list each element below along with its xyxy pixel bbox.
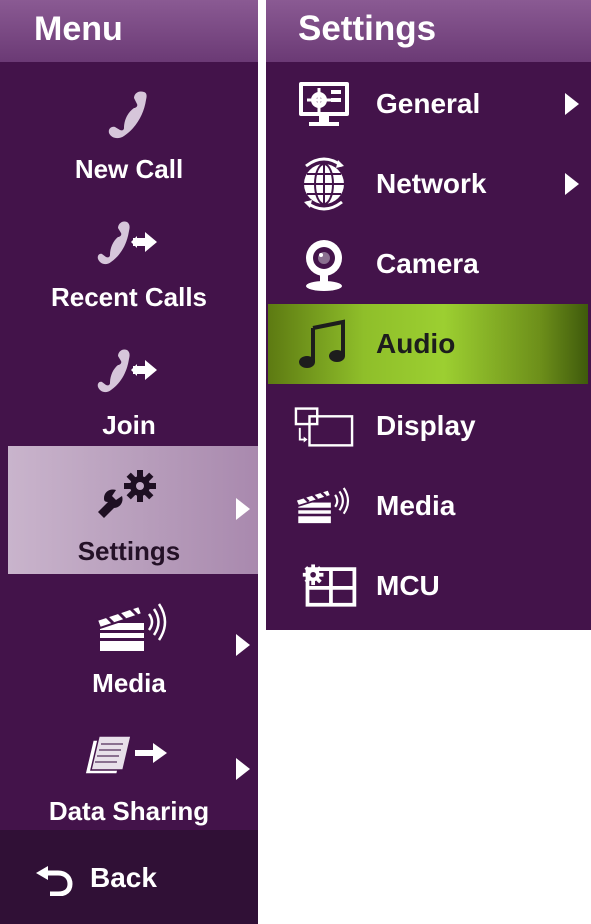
document-share-icon bbox=[0, 730, 258, 782]
settings-item-label: General bbox=[376, 88, 481, 119]
menu-item-new-call[interactable]: New Call bbox=[0, 70, 258, 198]
menu-item-label: Media bbox=[92, 668, 166, 698]
chevron-right-icon bbox=[236, 634, 250, 656]
menu-item-recent-calls[interactable]: Recent Calls bbox=[0, 198, 258, 326]
clapperboard-icon bbox=[0, 602, 258, 654]
webcam-icon bbox=[294, 236, 354, 292]
settings-item-label: Audio bbox=[376, 328, 456, 359]
chevron-right-icon bbox=[565, 93, 579, 115]
settings-item-label: Network bbox=[376, 168, 487, 199]
mcu-grid-icon bbox=[300, 558, 360, 614]
chevron-right-icon bbox=[236, 498, 250, 520]
menu-item-label: Recent Calls bbox=[50, 282, 208, 312]
settings-item-general[interactable]: General bbox=[266, 64, 591, 144]
phone-transfer-icon bbox=[0, 344, 258, 396]
settings-item-display[interactable]: Display bbox=[266, 386, 591, 466]
settings-item-label: Media bbox=[376, 490, 456, 521]
settings-item-media[interactable]: Media bbox=[266, 466, 591, 546]
globe-icon bbox=[294, 156, 354, 212]
settings-item-mcu[interactable]: MCU bbox=[266, 546, 591, 626]
menu-item-settings[interactable]: Settings bbox=[8, 446, 258, 574]
back-label: Back bbox=[90, 862, 157, 893]
menu-item-join[interactable]: Join bbox=[0, 326, 258, 454]
settings-panel: Settings General Network Camera Audio Di… bbox=[266, 0, 591, 630]
display-layout-icon bbox=[294, 398, 354, 454]
settings-item-label: Display bbox=[376, 410, 476, 441]
main-menu-panel: Menu New Call Recent Calls Join Settings… bbox=[0, 0, 258, 924]
settings-item-network[interactable]: Network bbox=[266, 144, 591, 224]
settings-item-label: MCU bbox=[376, 570, 440, 601]
settings-item-label: Camera bbox=[376, 248, 479, 279]
settings-item-camera[interactable]: Camera bbox=[266, 224, 591, 304]
settings-item-audio[interactable]: Audio bbox=[268, 304, 588, 384]
wrench-gear-icon bbox=[0, 468, 258, 520]
menu-item-media[interactable]: Media bbox=[0, 584, 258, 712]
chevron-right-icon bbox=[236, 758, 250, 780]
settings-title: Settings bbox=[266, 0, 591, 62]
menu-item-label: Data Sharing bbox=[48, 796, 210, 826]
menu-item-data-sharing[interactable]: Data Sharing bbox=[0, 712, 258, 840]
chevron-right-icon bbox=[565, 173, 579, 195]
phone-icon bbox=[0, 88, 258, 140]
clapperboard-icon bbox=[294, 478, 354, 534]
monitor-settings-icon bbox=[294, 76, 354, 132]
menu-item-label: Settings bbox=[77, 536, 181, 566]
menu-item-label: Join bbox=[102, 410, 156, 440]
music-note-icon bbox=[294, 316, 354, 372]
menu-title: Menu bbox=[0, 0, 258, 62]
back-arrow-icon bbox=[34, 860, 74, 901]
phone-transfer-icon bbox=[0, 216, 258, 268]
menu-item-label: New Call bbox=[74, 154, 184, 184]
back-button[interactable]: Back bbox=[0, 830, 258, 924]
